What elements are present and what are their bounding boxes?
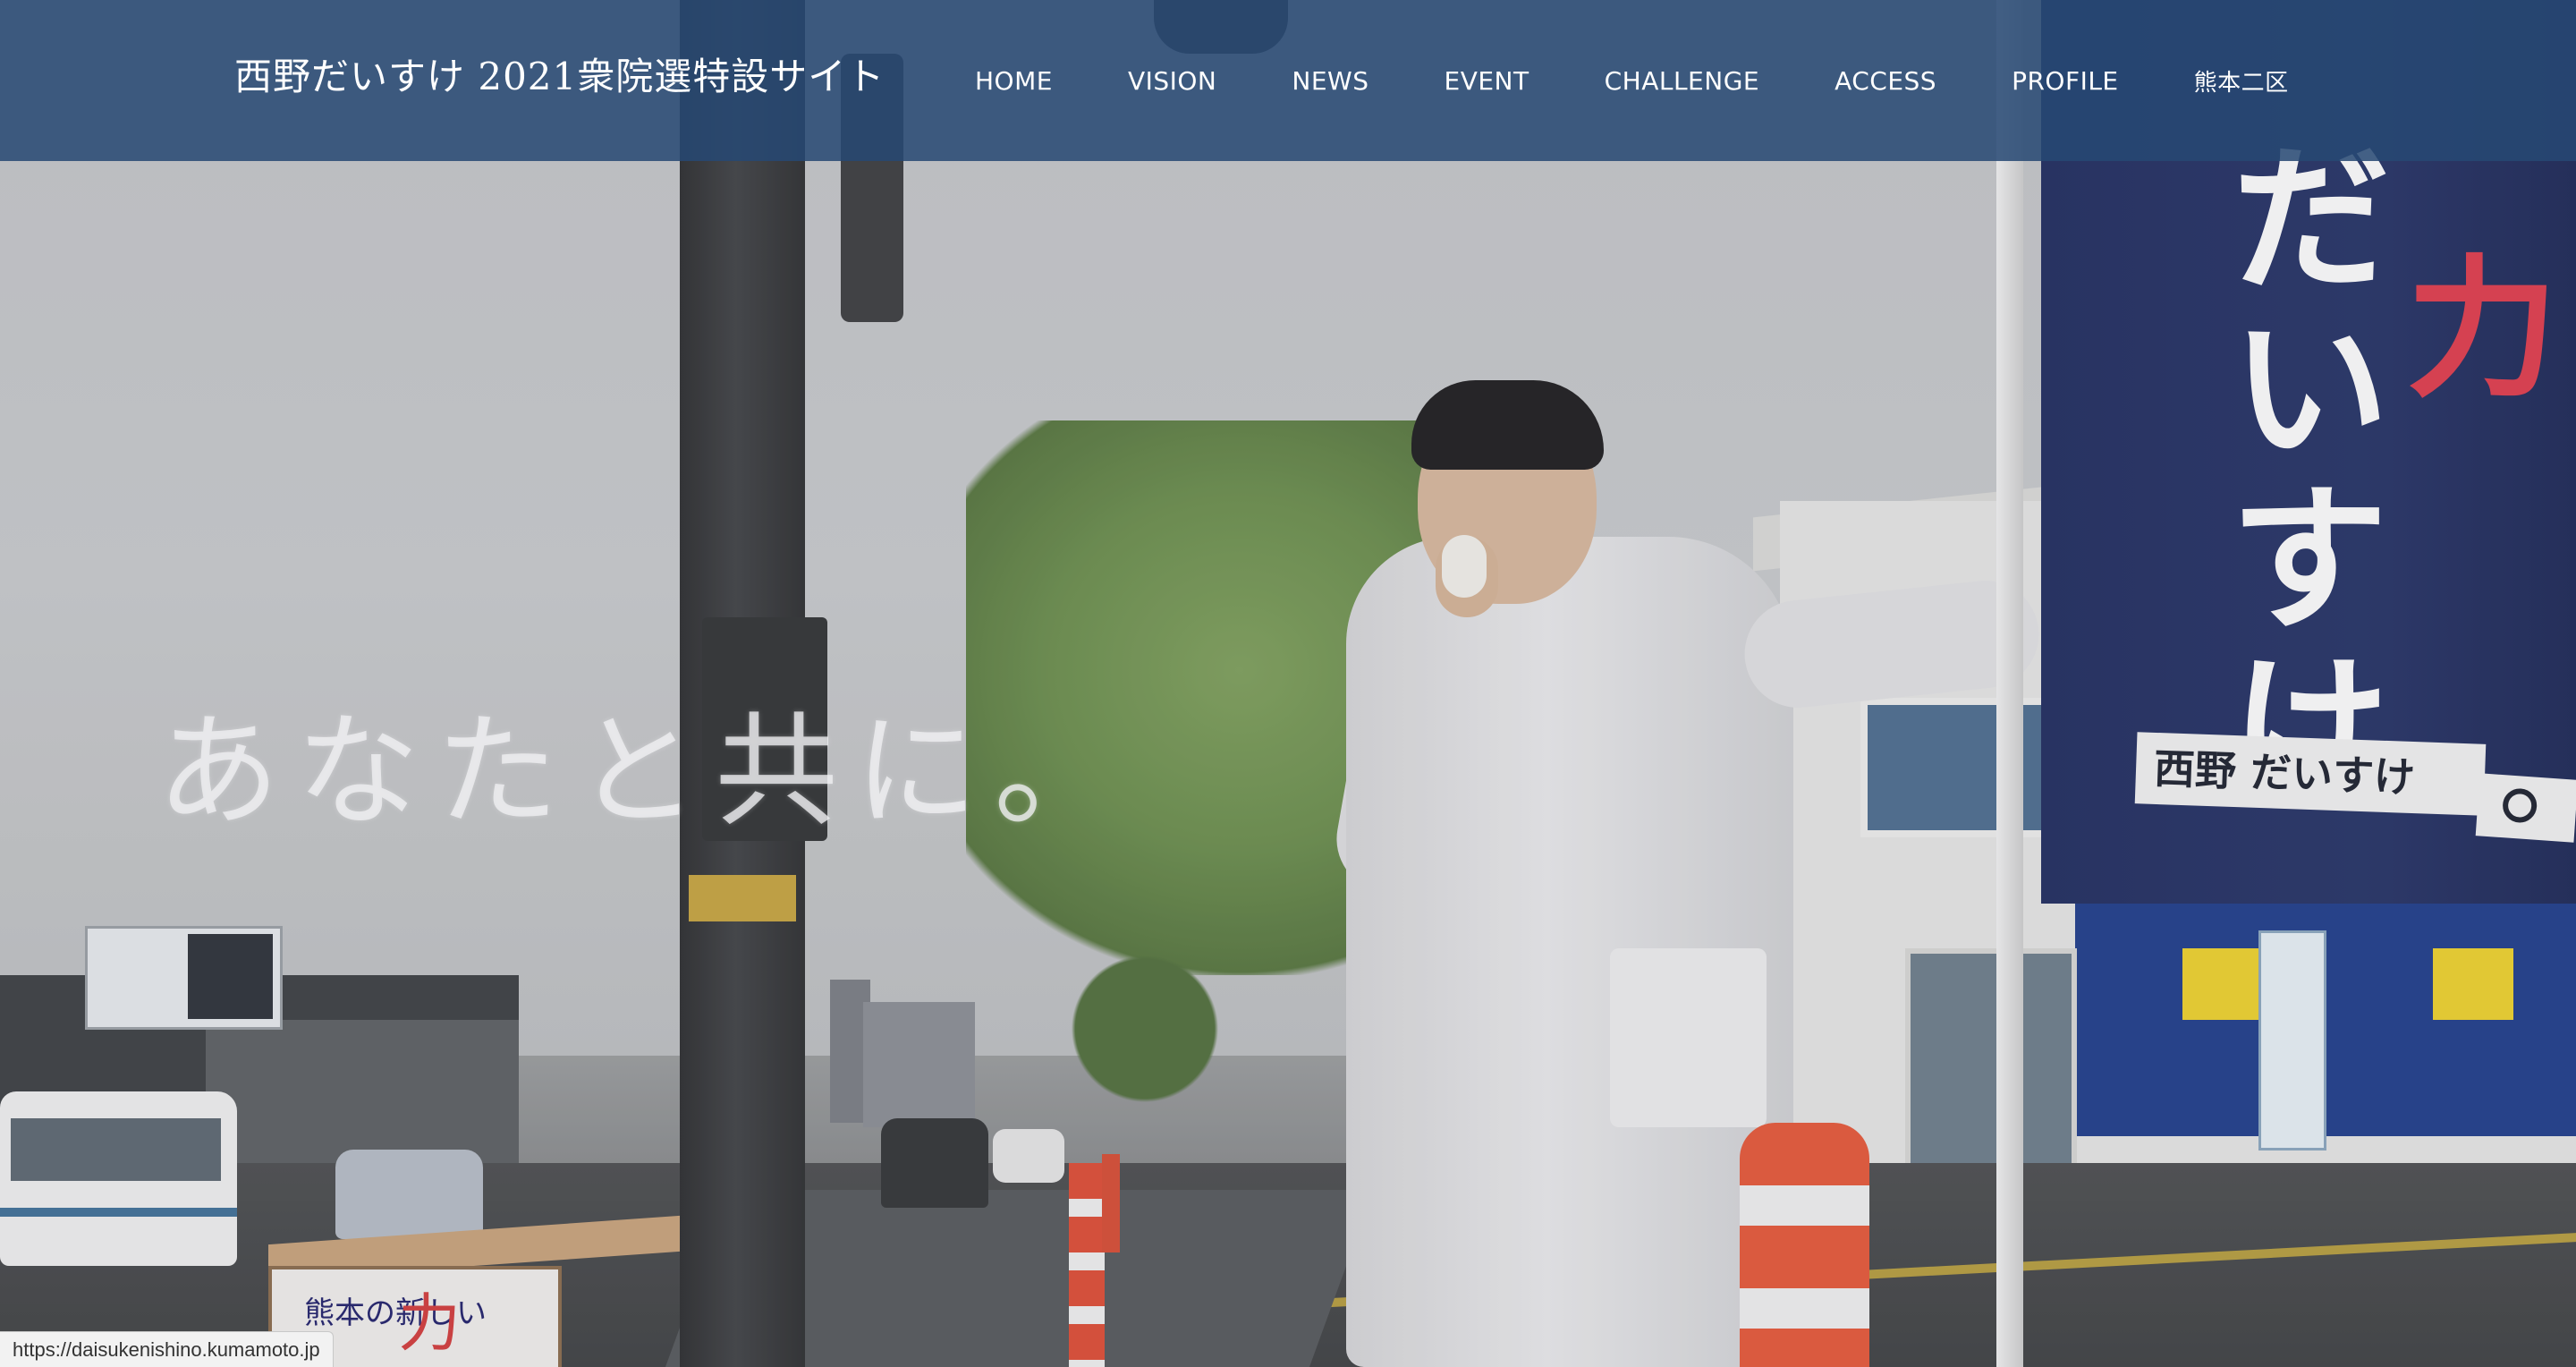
page: 熊本の新しい 力 だいすけ 力 西野 だいすけ あなたと共に。 西野だいすけ 2… xyxy=(0,0,2576,1367)
nav-item-home[interactable]: HOME xyxy=(975,66,1053,96)
status-bar-url: https://daisukenishino.kumamoto.jp xyxy=(0,1331,334,1367)
site-title-link[interactable]: 西野だいすけ 2021衆院選特設サイト xyxy=(234,48,885,106)
nav-item-vision[interactable]: VISION xyxy=(1128,66,1216,96)
nav-item-news[interactable]: NEWS xyxy=(1292,66,1368,96)
nav-item-kumamoto-district-2[interactable]: 熊本二区 xyxy=(2194,64,2289,98)
nav-item-event[interactable]: EVENT xyxy=(1445,66,1530,96)
main-nav: HOME VISION NEWS EVENT CHALLENGE ACCESS … xyxy=(975,0,2289,161)
nav-item-profile[interactable]: PROFILE xyxy=(2012,66,2119,96)
site-header: 西野だいすけ 2021衆院選特設サイト HOME VISION NEWS EVE… xyxy=(0,0,2576,161)
hero-tagline: あなたと共に。 xyxy=(157,700,1134,844)
nav-item-access[interactable]: ACCESS xyxy=(1835,66,1936,96)
nav-item-challenge[interactable]: CHALLENGE xyxy=(1605,66,1759,96)
